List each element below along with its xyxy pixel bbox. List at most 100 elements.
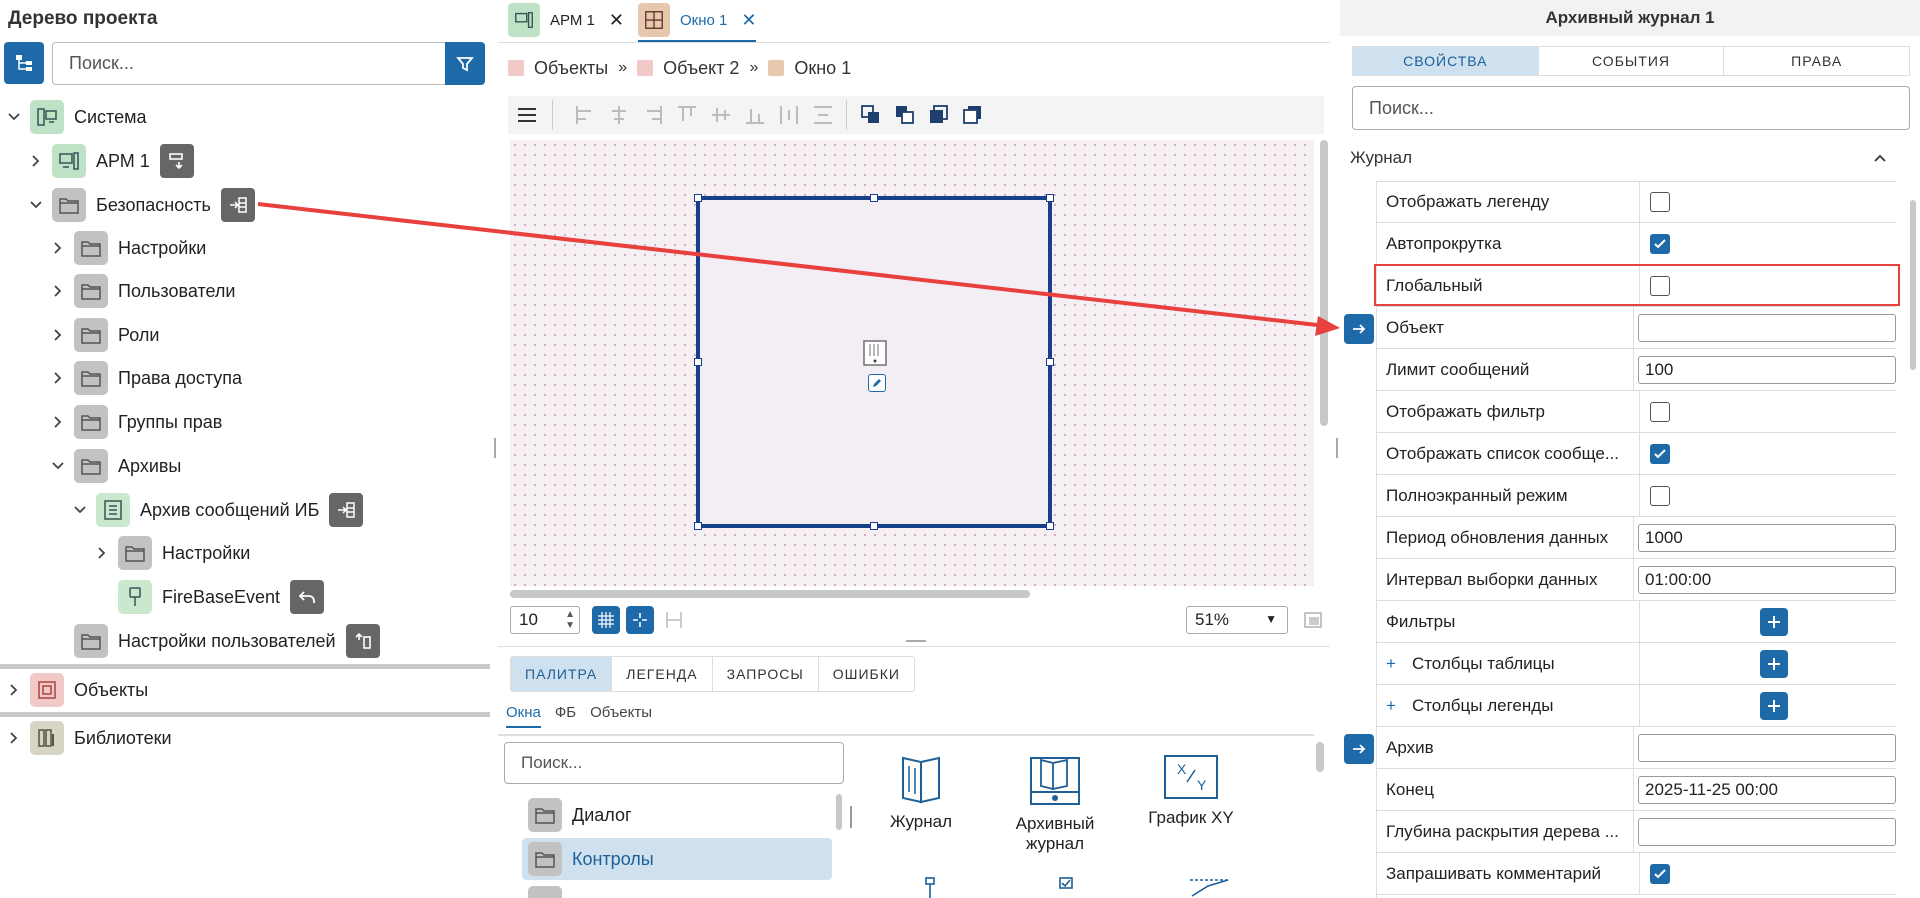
- tab-palette[interactable]: ПАЛИТРА: [511, 657, 613, 691]
- components-scrollbar[interactable]: [1316, 742, 1324, 772]
- tab-legend[interactable]: ЛЕГЕНДА: [612, 657, 713, 691]
- archive-journal-widget[interactable]: [694, 194, 1054, 530]
- resize-handle[interactable]: [694, 358, 702, 366]
- component-tree-icon[interactable]: [916, 876, 944, 898]
- tree-item-objects[interactable]: Объекты: [4, 671, 148, 709]
- return-action-icon[interactable]: [345, 624, 380, 658]
- prop-input[interactable]: 1000: [1638, 523, 1896, 552]
- tree-view-button[interactable]: [4, 42, 44, 84]
- expand-plus-icon[interactable]: +: [1386, 696, 1396, 716]
- link-action-icon[interactable]: [220, 188, 255, 222]
- breadcrumb-item[interactable]: Окно 1: [794, 58, 851, 79]
- backward-icon[interactable]: [962, 104, 984, 126]
- resize-handle[interactable]: [870, 522, 878, 530]
- add-button[interactable]: [1760, 607, 1788, 636]
- bring-front-icon[interactable]: [860, 104, 882, 126]
- tree-item-arm[interactable]: АРМ 1: [26, 142, 194, 180]
- prop-input[interactable]: [1638, 817, 1896, 846]
- zoom-select[interactable]: 51% ▼: [1186, 606, 1288, 634]
- chevron-up-icon[interactable]: [1872, 150, 1888, 166]
- chevron-down-icon[interactable]: [48, 456, 68, 476]
- checkbox[interactable]: [1650, 191, 1670, 212]
- tab-errors[interactable]: ОШИБКИ: [819, 657, 914, 691]
- group-header[interactable]: Журнал: [1350, 148, 1412, 168]
- resize-handle[interactable]: [1046, 358, 1054, 366]
- palette-item-controls[interactable]: Контролы: [522, 838, 832, 880]
- tree-item-system[interactable]: Система: [4, 98, 147, 136]
- component-journal[interactable]: Журнал: [866, 752, 976, 832]
- tree-item-user-settings[interactable]: Настройки пользователей: [48, 622, 380, 660]
- chevron-right-icon[interactable]: [4, 728, 24, 748]
- resize-handle[interactable]: [694, 522, 702, 530]
- subtab-windows[interactable]: Окна: [506, 704, 541, 728]
- tree-item-archives[interactable]: Архивы: [48, 447, 181, 485]
- horizontal-scrollbar[interactable]: [510, 590, 1030, 598]
- component-archive-journal[interactable]: Архивный журнал: [1000, 752, 1110, 854]
- palette-item-dialog[interactable]: Диалог: [522, 794, 832, 836]
- design-canvas[interactable]: [510, 140, 1314, 586]
- checkbox-checked[interactable]: [1650, 863, 1670, 884]
- vertical-scrollbar[interactable]: [1320, 140, 1328, 426]
- link-action-icon[interactable]: [329, 493, 364, 527]
- chevron-down-icon[interactable]: [4, 107, 24, 127]
- guides-icon[interactable]: [664, 610, 684, 630]
- edit-icon[interactable]: [868, 374, 886, 392]
- tree-item-roles[interactable]: Роли: [48, 316, 159, 354]
- tree-item-libraries[interactable]: Библиотеки: [4, 719, 172, 757]
- tree-item-ib-archive[interactable]: Архив сообщений ИБ: [70, 491, 364, 529]
- tree-item-firebase[interactable]: FireBaseEvent: [92, 578, 325, 616]
- forward-icon[interactable]: [928, 104, 950, 126]
- menu-icon[interactable]: [516, 104, 538, 126]
- chevron-right-icon[interactable]: [92, 543, 112, 563]
- prop-name[interactable]: + Столбцы легенды: [1376, 685, 1640, 726]
- tree-item-settings[interactable]: Настройки: [48, 229, 206, 267]
- tree-item-access[interactable]: Права доступа: [48, 359, 242, 397]
- resize-handle[interactable]: [1046, 522, 1054, 530]
- align-right-icon[interactable]: [642, 104, 664, 126]
- align-center-v-icon[interactable]: [710, 104, 732, 126]
- minimap-icon[interactable]: [1304, 612, 1322, 628]
- expand-plus-icon[interactable]: +: [1386, 654, 1396, 674]
- subtab-objects[interactable]: Объекты: [590, 704, 652, 728]
- breadcrumb-item[interactable]: Объекты: [534, 58, 608, 79]
- chevron-down-icon[interactable]: [26, 195, 46, 215]
- align-top-icon[interactable]: [676, 104, 698, 126]
- tree-item-groups[interactable]: Группы прав: [48, 403, 222, 441]
- tab-properties[interactable]: СВОЙСТВА: [1353, 47, 1539, 75]
- checkbox[interactable]: [1650, 485, 1670, 506]
- splitter-handle[interactable]: [1336, 438, 1338, 458]
- align-bottom-icon[interactable]: [744, 104, 766, 126]
- link-arrow-button[interactable]: [1344, 734, 1374, 764]
- tab-arm[interactable]: АРМ 1 ✕: [508, 0, 624, 40]
- prop-input[interactable]: [1638, 313, 1896, 342]
- distribute-h-icon[interactable]: [778, 104, 800, 126]
- properties-scrollbar[interactable]: [1910, 200, 1916, 370]
- prop-input[interactable]: 2025-11-25 00:00: [1638, 775, 1896, 804]
- align-left-icon[interactable]: [574, 104, 596, 126]
- properties-search-input[interactable]: Поиск...: [1352, 86, 1910, 130]
- subtab-fb[interactable]: ФБ: [555, 704, 576, 728]
- snap-button[interactable]: [626, 606, 654, 634]
- chevron-right-icon[interactable]: [48, 281, 68, 301]
- chevron-right-icon[interactable]: [26, 151, 46, 171]
- tree-item-security[interactable]: Безопасность: [26, 186, 255, 224]
- breadcrumb-item[interactable]: Объект 2: [663, 58, 739, 79]
- chevron-right-icon[interactable]: [48, 325, 68, 345]
- chevron-right-icon[interactable]: [48, 412, 68, 432]
- tree-item-ib-settings[interactable]: Настройки: [92, 534, 250, 572]
- tab-events[interactable]: СОБЫТИЯ: [1539, 47, 1725, 75]
- add-button[interactable]: [1760, 649, 1788, 678]
- tab-queries[interactable]: ЗАПРОСЫ: [713, 657, 819, 691]
- filter-button[interactable]: [445, 42, 485, 85]
- tree-item-users[interactable]: Пользователи: [48, 272, 235, 310]
- resize-handle[interactable]: [694, 194, 702, 202]
- close-icon[interactable]: ✕: [741, 10, 756, 31]
- prop-input[interactable]: 100: [1638, 355, 1896, 384]
- tab-rights[interactable]: ПРАВА: [1724, 47, 1909, 75]
- navigate-action-icon[interactable]: [159, 144, 194, 178]
- tab-window[interactable]: Окно 1 ✕: [638, 0, 756, 40]
- palette-list-scrollbar[interactable]: [836, 794, 842, 830]
- checkbox-checked[interactable]: [1650, 443, 1670, 464]
- chevron-right-icon[interactable]: [4, 680, 24, 700]
- tree-search-input[interactable]: Поиск...: [52, 42, 446, 85]
